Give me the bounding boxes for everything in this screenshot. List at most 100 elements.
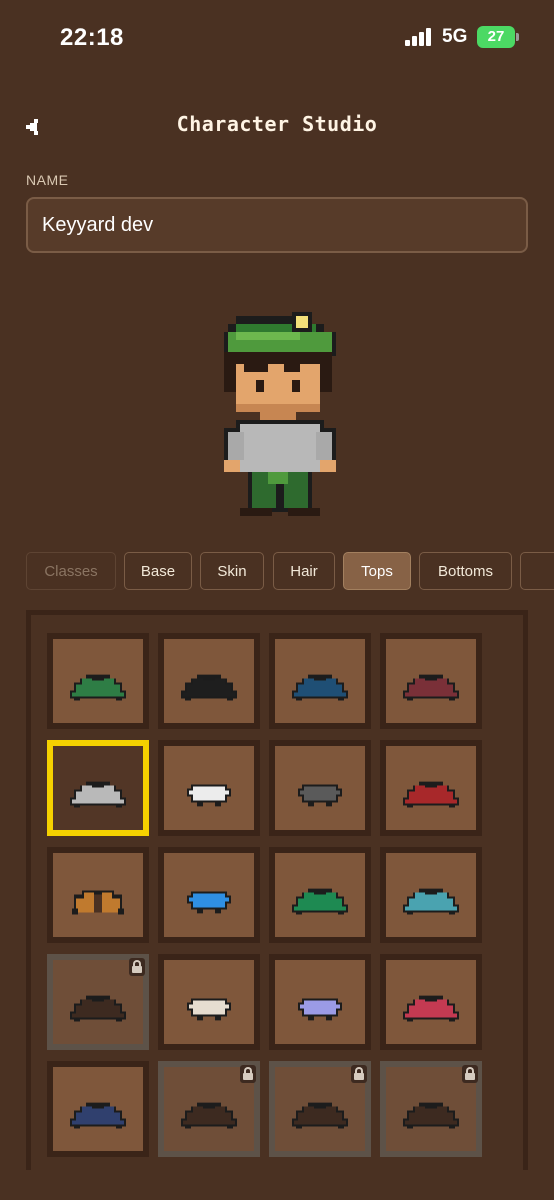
shirt-icon bbox=[181, 674, 237, 701]
top-item[interactable] bbox=[47, 1061, 149, 1157]
top-item-swatch bbox=[53, 639, 143, 723]
shirt-holder bbox=[68, 781, 128, 814]
shirt-holder bbox=[187, 782, 231, 810]
top-item[interactable] bbox=[269, 1061, 371, 1157]
shirt-holder bbox=[401, 1102, 461, 1135]
top-item-swatch bbox=[164, 1065, 256, 1151]
name-input[interactable] bbox=[26, 197, 528, 253]
shirt-icon bbox=[187, 784, 231, 807]
top-item[interactable] bbox=[269, 740, 371, 836]
shirt-holder bbox=[68, 1102, 128, 1135]
shirt-holder bbox=[298, 996, 342, 1024]
shirt-icon bbox=[403, 888, 459, 915]
shirt-holder bbox=[298, 782, 342, 810]
lock-body bbox=[243, 1073, 253, 1080]
shirt-holder bbox=[68, 674, 128, 707]
shirt-icon bbox=[292, 888, 348, 915]
tab-bottoms[interactable]: Bottoms bbox=[419, 552, 512, 590]
shirt-icon bbox=[403, 781, 459, 808]
shirt-icon bbox=[70, 781, 126, 808]
shirt-holder bbox=[290, 888, 350, 921]
shirt-icon bbox=[181, 1102, 237, 1129]
tab-tops[interactable]: Tops bbox=[343, 552, 411, 590]
top-item[interactable] bbox=[47, 633, 149, 729]
top-item-swatch bbox=[275, 639, 365, 723]
battery-icon: 27 bbox=[477, 26, 515, 48]
character-preview bbox=[224, 312, 336, 516]
battery-cap bbox=[516, 33, 519, 41]
top-item-swatch bbox=[386, 960, 476, 1044]
shirt-holder bbox=[187, 996, 231, 1024]
category-tabs: Classes Base Skin Hair Tops Bottoms bbox=[26, 552, 554, 590]
shirt-icon bbox=[187, 998, 231, 1021]
top-item[interactable] bbox=[158, 740, 260, 836]
shirt-icon bbox=[72, 890, 124, 915]
top-item[interactable] bbox=[269, 954, 371, 1050]
top-item-swatch bbox=[386, 853, 476, 937]
top-item[interactable] bbox=[380, 1061, 482, 1157]
shirt-holder bbox=[68, 889, 128, 921]
shirt-holder bbox=[401, 674, 461, 707]
lock-body bbox=[465, 1073, 475, 1080]
tab-hair[interactable]: Hair bbox=[273, 552, 335, 590]
network-type: 5G bbox=[442, 26, 468, 47]
lock-body bbox=[354, 1073, 364, 1080]
lock-icon bbox=[462, 1065, 478, 1083]
shirt-holder bbox=[290, 1102, 350, 1135]
top-item-swatch bbox=[53, 746, 143, 830]
top-item-swatch bbox=[164, 639, 254, 723]
top-item-swatch bbox=[53, 1067, 143, 1151]
shirt-holder bbox=[179, 674, 239, 707]
status-bar: 22:18 5G 27 bbox=[0, 0, 554, 76]
top-item-swatch bbox=[275, 746, 365, 830]
shirt-holder bbox=[187, 889, 231, 917]
tab-base[interactable]: Base bbox=[124, 552, 192, 590]
status-time: 22:18 bbox=[60, 24, 124, 51]
top-item[interactable] bbox=[380, 740, 482, 836]
top-item[interactable] bbox=[269, 633, 371, 729]
top-item[interactable] bbox=[158, 633, 260, 729]
top-item[interactable] bbox=[158, 847, 260, 943]
top-item[interactable] bbox=[380, 954, 482, 1050]
top-item-swatch bbox=[53, 958, 145, 1044]
lock-body bbox=[132, 966, 142, 973]
tab-classes[interactable]: Classes bbox=[26, 552, 116, 590]
tab-skin[interactable]: Skin bbox=[200, 552, 264, 590]
name-label: NAME bbox=[26, 172, 69, 188]
shirt-icon bbox=[403, 1102, 459, 1129]
top-item[interactable] bbox=[47, 740, 149, 836]
shirt-icon bbox=[403, 995, 459, 1022]
top-item[interactable] bbox=[269, 847, 371, 943]
top-item-swatch bbox=[164, 960, 254, 1044]
top-item[interactable] bbox=[380, 633, 482, 729]
shirt-icon bbox=[70, 995, 126, 1022]
shirt-icon bbox=[70, 1102, 126, 1129]
signal-icon bbox=[405, 28, 435, 46]
top-item[interactable] bbox=[47, 954, 149, 1050]
lock-icon bbox=[351, 1065, 367, 1083]
top-item[interactable] bbox=[380, 847, 482, 943]
shirt-icon bbox=[292, 1102, 348, 1129]
shirt-holder bbox=[290, 674, 350, 707]
back-button[interactable] bbox=[20, 112, 50, 142]
tab-more[interactable] bbox=[520, 552, 554, 590]
top-item[interactable] bbox=[158, 1061, 260, 1157]
top-item-swatch bbox=[275, 853, 365, 937]
shirt-holder bbox=[401, 781, 461, 814]
top-item[interactable] bbox=[158, 954, 260, 1050]
top-item-swatch bbox=[164, 853, 254, 937]
character-studio-screen: 22:18 5G 27 Character Studio NAME Keyyar… bbox=[0, 0, 554, 1200]
top-item-swatch bbox=[275, 1065, 367, 1151]
lock-icon bbox=[240, 1065, 256, 1083]
shirt-icon bbox=[403, 674, 459, 701]
shirt-icon bbox=[298, 998, 342, 1021]
shirt-holder bbox=[68, 995, 128, 1028]
shirt-icon bbox=[187, 891, 231, 914]
top-item[interactable] bbox=[47, 847, 149, 943]
shirt-holder bbox=[179, 1102, 239, 1135]
top-item-swatch bbox=[386, 746, 476, 830]
top-item-swatch bbox=[386, 639, 476, 723]
shirt-icon bbox=[70, 674, 126, 701]
top-item-swatch bbox=[53, 853, 143, 937]
shirt-holder bbox=[401, 888, 461, 921]
